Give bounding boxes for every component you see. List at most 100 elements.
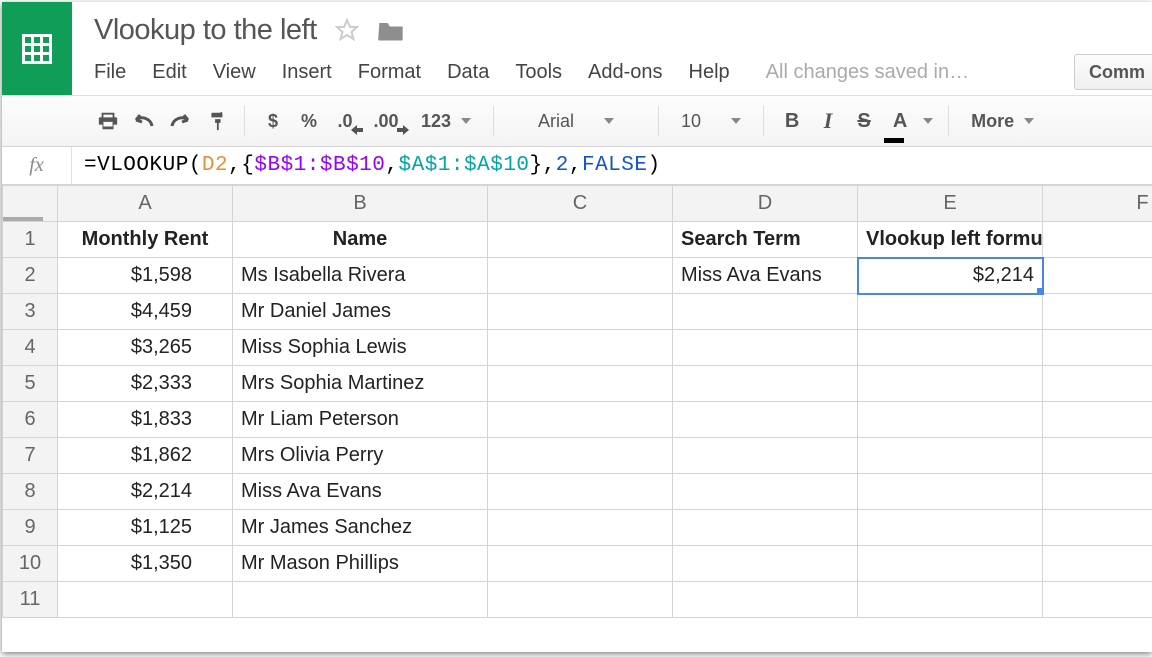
cell-A10[interactable]: $1,350 [58,546,233,582]
decrease-decimal-button[interactable]: .0 [329,103,361,139]
spreadsheet-grid[interactable]: A B C D E F 1 Monthly Rent Name Search T… [2,185,1152,652]
cell-E11[interactable] [858,582,1043,618]
cell-E9[interactable] [858,510,1043,546]
menu-format[interactable]: Format [358,61,421,84]
row-header-9[interactable]: 9 [3,510,58,546]
cell-F9[interactable] [1043,510,1152,546]
cell-B11[interactable] [233,582,488,618]
cell-C6[interactable] [488,402,673,438]
formula-input[interactable]: =VLOOKUP(D2,{$B$1:$B$10,$A$1:$A$10},2,FA… [72,154,661,177]
cell-A6[interactable]: $1,833 [58,402,233,438]
menu-data[interactable]: Data [447,61,489,84]
cell-A9[interactable]: $1,125 [58,510,233,546]
comment-button[interactable]: Comm [1074,54,1152,90]
cell-C3[interactable] [488,294,673,330]
italic-button[interactable]: I [812,103,844,139]
undo-icon[interactable] [128,103,160,139]
cell-C1[interactable] [488,222,673,258]
cell-D6[interactable] [673,402,858,438]
col-header-D[interactable]: D [673,186,858,222]
menu-view[interactable]: View [213,61,256,84]
cell-F3[interactable] [1043,294,1152,330]
cell-B7[interactable]: Mrs Olivia Perry [233,438,488,474]
cell-D3[interactable] [673,294,858,330]
cell-E3[interactable] [858,294,1043,330]
col-header-F[interactable]: F [1043,186,1152,222]
cell-E7[interactable] [858,438,1043,474]
cell-B4[interactable]: Miss Sophia Lewis [233,330,488,366]
cell-E5[interactable] [858,366,1043,402]
row-header-6[interactable]: 6 [3,402,58,438]
percent-button[interactable]: % [293,103,325,139]
cell-B5[interactable]: Mrs Sophia Martinez [233,366,488,402]
cell-B2[interactable]: Ms Isabella Rivera [233,258,488,294]
cell-F11[interactable] [1043,582,1152,618]
row-header-2[interactable]: 2 [3,258,58,294]
menu-addons[interactable]: Add-ons [588,61,663,84]
select-all-corner[interactable] [3,186,58,222]
cell-C10[interactable] [488,546,673,582]
print-icon[interactable] [92,103,124,139]
cell-E2[interactable]: $2,214 [858,258,1043,294]
cell-A11[interactable] [58,582,233,618]
cell-A3[interactable]: $4,459 [58,294,233,330]
cell-F1[interactable] [1043,222,1152,258]
row-header-8[interactable]: 8 [3,474,58,510]
font-dropdown[interactable]: Arial [506,103,646,139]
cell-B6[interactable]: Mr Liam Peterson [233,402,488,438]
col-header-E[interactable]: E [858,186,1043,222]
menu-file[interactable]: File [94,61,126,84]
font-size-dropdown[interactable]: 10 [671,103,751,139]
star-icon[interactable] [335,18,359,42]
row-header-7[interactable]: 7 [3,438,58,474]
paint-format-icon[interactable] [200,103,232,139]
cell-B10[interactable]: Mr Mason Phillips [233,546,488,582]
cell-A5[interactable]: $2,333 [58,366,233,402]
cell-C7[interactable] [488,438,673,474]
cell-E8[interactable] [858,474,1043,510]
row-header-11[interactable]: 11 [3,582,58,618]
menu-help[interactable]: Help [689,61,730,84]
cell-C5[interactable] [488,366,673,402]
cell-C4[interactable] [488,330,673,366]
cell-F2[interactable] [1043,258,1152,294]
cell-C2[interactable] [488,258,673,294]
cell-F4[interactable] [1043,330,1152,366]
more-dropdown[interactable]: More [961,103,1044,139]
col-header-B[interactable]: B [233,186,488,222]
cell-D1[interactable]: Search Term [673,222,858,258]
cell-D4[interactable] [673,330,858,366]
sheets-logo-icon[interactable] [2,2,72,95]
row-header-1[interactable]: 1 [3,222,58,258]
cell-D10[interactable] [673,546,858,582]
col-header-A[interactable]: A [58,186,233,222]
cell-B3[interactable]: Mr Daniel James [233,294,488,330]
cell-A2[interactable]: $1,598 [58,258,233,294]
cell-C11[interactable] [488,582,673,618]
menu-edit[interactable]: Edit [152,61,186,84]
folder-icon[interactable] [377,18,405,42]
cell-D5[interactable] [673,366,858,402]
cell-A8[interactable]: $2,214 [58,474,233,510]
menu-tools[interactable]: Tools [515,61,562,84]
cell-E10[interactable] [858,546,1043,582]
row-header-3[interactable]: 3 [3,294,58,330]
chevron-down-icon[interactable] [923,118,933,124]
row-header-4[interactable]: 4 [3,330,58,366]
strikethrough-button[interactable]: S [848,103,880,139]
menu-insert[interactable]: Insert [282,61,332,84]
cell-F5[interactable] [1043,366,1152,402]
cell-F7[interactable] [1043,438,1152,474]
increase-decimal-button[interactable]: .00 [365,103,407,139]
cell-E1[interactable]: Vlookup left formula [858,222,1043,258]
cell-C9[interactable] [488,510,673,546]
cell-A1[interactable]: Monthly Rent [58,222,233,258]
currency-button[interactable]: $ [257,103,289,139]
bold-button[interactable]: B [776,103,808,139]
cell-B8[interactable]: Miss Ava Evans [233,474,488,510]
cell-F6[interactable] [1043,402,1152,438]
cell-A7[interactable]: $1,862 [58,438,233,474]
cell-D8[interactable] [673,474,858,510]
cell-D7[interactable] [673,438,858,474]
cell-F8[interactable] [1043,474,1152,510]
